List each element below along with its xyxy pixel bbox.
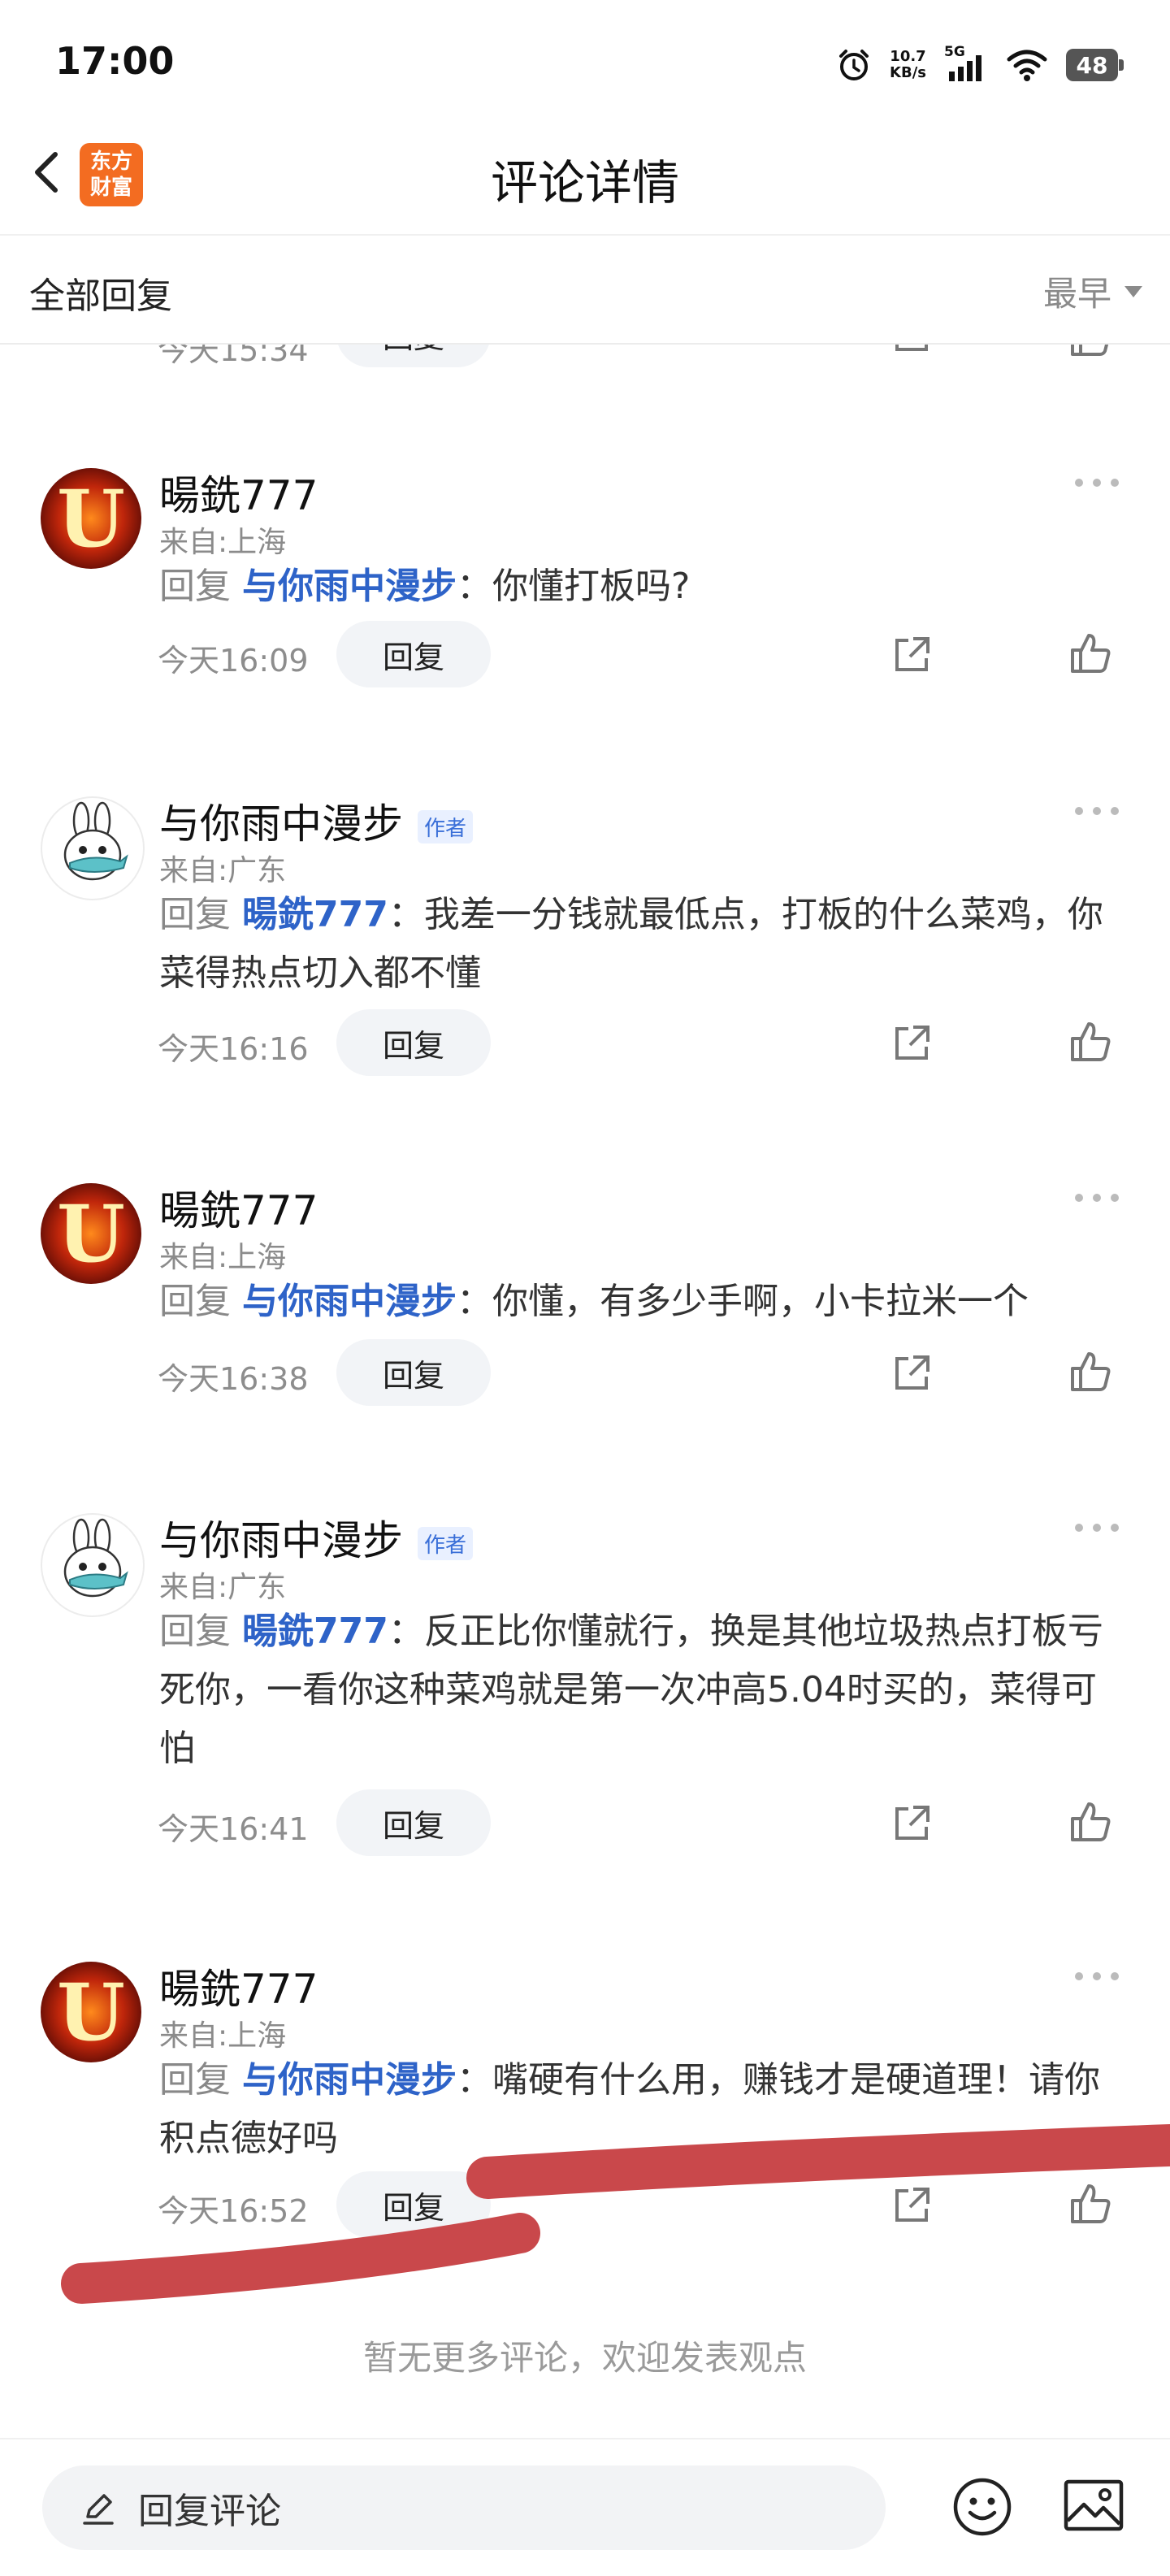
comment-location: 来自:上海 [159, 1241, 287, 1274]
reply-button-label: 回复 [382, 2189, 444, 2226]
comment-body: 回复 暘銑777：我差一分钱就最低点，打板的什么菜鸡，你菜得热点切入都不懂 [159, 894, 1103, 994]
fire-u-avatar[interactable]: U [41, 468, 141, 569]
filter-bar: 全部回复 最早 [0, 234, 1170, 345]
comment-time: 今天16:38 [158, 1361, 309, 1397]
more-icon[interactable] [1072, 1520, 1121, 1536]
comment-location: 来自:广东 [159, 1571, 287, 1604]
reply-button-label: 回复 [382, 1807, 444, 1844]
reply-button[interactable]: 回复 [336, 1009, 491, 1076]
reply-button[interactable]: 回复 [336, 2171, 491, 2238]
no-more-comments-note: 暂无更多评论，欢迎发表观点 [362, 2338, 807, 2378]
fire-u-avatar[interactable]: U [41, 1962, 141, 2062]
reply-button-label: 回复 [382, 1027, 444, 1064]
sort-dropdown[interactable]: 最早 [1043, 267, 1142, 316]
comment-time: 今天16:16 [158, 1031, 309, 1067]
comment-body: 回复 与你雨中漫步：你懂，有多少手啊，小卡拉米一个 [159, 1281, 1029, 1322]
comment-username[interactable]: 暘銑777 [159, 1957, 318, 2015]
status-icons: 10.7 KB/s 5G 48 [836, 41, 1124, 89]
reply-button-label: 回复 [382, 1357, 444, 1394]
comment-time: 今天15:34 [158, 341, 309, 368]
comment-location: 来自:上海 [159, 2019, 287, 2053]
mention-link[interactable]: 暘銑777 [242, 894, 388, 935]
comment-username[interactable]: 与你雨中漫步 作者 [159, 1508, 474, 1567]
like-icon[interactable] [1068, 631, 1113, 676]
more-icon[interactable] [1072, 1190, 1121, 1206]
reply-button[interactable]: 回复 [336, 1789, 491, 1856]
cut-off-action-row: 今天15:34 回复 [0, 341, 1170, 368]
comment-location: 来自:广东 [159, 854, 287, 887]
share-icon[interactable] [890, 2184, 933, 2227]
nav-bar: 东方 财富 评论详情 [0, 122, 1170, 232]
share-icon[interactable] [890, 1352, 933, 1394]
author-badge: 作者 [418, 1527, 474, 1560]
comment-username[interactable]: 暘銑777 [159, 1178, 318, 1237]
emoji-icon[interactable] [951, 2475, 1014, 2539]
like-icon[interactable] [1068, 2181, 1113, 2227]
bunny-avatar[interactable] [41, 1513, 145, 1617]
dropdown-triangle-icon [1124, 285, 1142, 297]
comment-username[interactable]: 与你雨中漫步 作者 [159, 791, 474, 850]
bottom-reply-bar: 回复评论 [0, 2438, 1170, 2576]
wifi-icon [1007, 50, 1047, 81]
net-speed-value: 10.7 [890, 48, 926, 65]
like-icon[interactable] [1068, 1019, 1113, 1065]
share-icon[interactable] [890, 1802, 933, 1845]
share-icon[interactable] [890, 634, 933, 676]
reply-input[interactable]: 回复评论 [42, 2465, 886, 2550]
comment-item: U 暘銑777 来自:上海 回复 与你雨中漫步：你懂打板吗? 今天16:09 回… [0, 463, 1170, 707]
net-speed-unit: KB/s [890, 64, 926, 81]
reply-button[interactable]: 回复 [336, 1339, 491, 1406]
comment-location: 来自:上海 [159, 526, 287, 559]
mention-link[interactable]: 与你雨中漫步 [242, 2059, 457, 2101]
comment-item: U 暘銑777 来自:上海 回复 与你雨中漫步：嘴硬有什么用，赚钱才是硬道理！请… [0, 1957, 1170, 2282]
mention-link[interactable]: 暘銑777 [242, 1611, 388, 1652]
pencil-icon [83, 2494, 114, 2525]
comment-body: 回复 与你雨中漫步：嘴硬有什么用，赚钱才是硬道理！请你积点德好吗 [159, 2059, 1100, 2159]
comment-username[interactable]: 暘銑777 [159, 463, 318, 522]
all-replies-label: 全部回复 [29, 275, 172, 317]
mention-link[interactable]: 与你雨中漫步 [242, 1281, 457, 1322]
status-time: 17:00 [55, 39, 175, 83]
battery-icon: 48 [1066, 49, 1124, 81]
comment-body: 回复 暘銑777：反正比你懂就行，换是其他垃圾热点打板亏死你，一看你这种菜鸡就是… [159, 1611, 1103, 1769]
reply-button[interactable]: 回复 [336, 341, 491, 367]
net-speed: 10.7 KB/s [890, 49, 926, 81]
like-icon[interactable] [1068, 1349, 1113, 1394]
reply-button[interactable]: 回复 [336, 621, 491, 687]
comment-body: 回复 与你雨中漫步：你懂打板吗? [159, 566, 691, 607]
sort-value: 最早 [1042, 274, 1112, 314]
more-icon[interactable] [1072, 803, 1121, 819]
page-title: 评论详情 [490, 155, 679, 210]
author-badge: 作者 [418, 810, 474, 843]
comment-time: 今天16:09 [158, 643, 309, 679]
comment-item: 与你雨中漫步 作者 来自:广东 回复 暘銑777：我差一分钱就最低点，打板的什么菜… [0, 791, 1170, 1100]
comment-item: 与你雨中漫步 作者 来自:广东 回复 暘銑777：反正比你懂就行，换是其他垃圾热点… [0, 1508, 1170, 1882]
signal-icon: 5G [944, 44, 988, 83]
status-bar: 17:00 10.7 KB/s 5G 48 [0, 0, 1170, 122]
comment-feed[interactable]: 今天15:34 回复 U 暘銑777 来自:上海 回复 与你雨中漫步：你懂打板吗… [0, 341, 1170, 2438]
mention-link[interactable]: 与你雨中漫步 [242, 566, 457, 607]
more-icon[interactable] [1072, 475, 1121, 491]
like-icon[interactable] [1068, 1799, 1113, 1845]
reply-input-placeholder: 回复评论 [138, 2491, 281, 2532]
more-icon[interactable] [1072, 1968, 1121, 1984]
fire-u-avatar[interactable]: U [41, 1183, 141, 1284]
alarm-icon [839, 50, 869, 80]
bunny-avatar[interactable] [41, 796, 145, 900]
reply-button-label: 回复 [382, 639, 444, 675]
image-icon[interactable] [1063, 2478, 1124, 2532]
comment-time: 今天16:52 [158, 2193, 309, 2229]
battery-level: 48 [1076, 51, 1108, 79]
comment-item: U 暘銑777 来自:上海 回复 与你雨中漫步：你懂，有多少手啊，小卡拉米一个 … [0, 1178, 1170, 1422]
share-icon[interactable] [890, 1022, 933, 1065]
comment-time: 今天16:41 [158, 1811, 309, 1847]
